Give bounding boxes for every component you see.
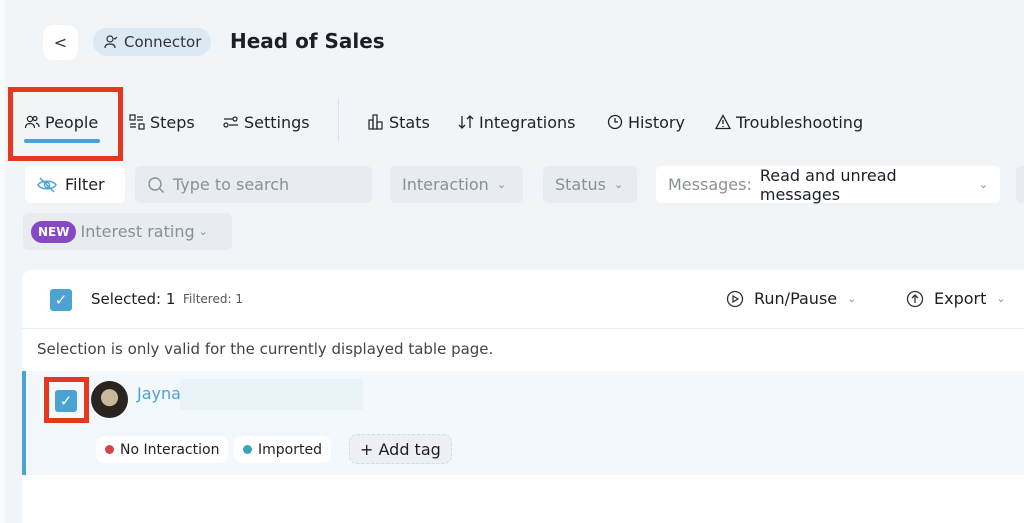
run-pause-button[interactable]: Run/Pause ⌄ [726,289,856,308]
interaction-dropdown[interactable]: Interaction ⌄ [390,166,523,203]
select-all-checkbox[interactable]: ✓ [50,289,72,311]
extra-filter[interactable] [1016,166,1024,203]
tab-label: People [45,112,99,132]
messages-label: Messages: [668,175,752,194]
tab-people[interactable]: People [24,108,98,136]
tab-divider [338,98,339,142]
dropdown-label: Interest rating [80,222,195,241]
settings-icon [223,116,238,128]
tab-label: Troubleshooting [736,112,864,132]
selected-count: Selected: 1 [91,290,176,308]
avatar [91,381,128,418]
tab-label: Stats [389,112,430,132]
interest-rating-dropdown[interactable]: NEW Interest rating ⌄ [23,213,232,250]
filter-button[interactable]: Filter [25,166,125,203]
connector-badge: Connector [93,28,212,56]
row-checkbox[interactable]: ✓ [55,390,77,412]
person-name-link[interactable]: Jayna [137,384,181,403]
header-divider [22,328,1024,329]
eye-off-icon [37,177,57,192]
name-redaction [180,379,363,410]
tab-troubleshooting[interactable]: Troubleshooting [715,108,863,136]
status-dropdown[interactable]: Status ⌄ [543,166,637,203]
teal-dot-icon [243,445,252,454]
dropdown-label: Interaction [402,175,489,194]
export-label: Export [934,289,987,308]
add-tag-button[interactable]: + Add tag [349,434,452,464]
selection-notice: Selection is only valid for the currentl… [37,340,494,358]
page-title: Head of Sales [230,29,385,53]
back-button[interactable]: < [43,25,78,60]
messages-dropdown[interactable]: Messages: Read and unread messages ⌄ [656,165,1000,204]
tab-settings[interactable]: Settings [223,108,310,136]
tab-label: Integrations [479,112,576,132]
people-icon [24,115,40,129]
search-icon [148,176,164,193]
tag-no-interaction: No Interaction [96,436,229,463]
left-edge [0,0,5,523]
tag-label: No Interaction [120,441,220,458]
active-tab-indicator [24,139,100,143]
messages-value: Read and unread messages [759,165,897,204]
export-button[interactable]: Export ⌄ [906,289,1006,308]
steps-icon [129,114,145,130]
play-circle-icon [726,290,744,307]
chevron-down-icon: ⌄ [496,178,507,191]
tab-integrations[interactable]: Integrations [458,108,576,136]
tab-label: History [628,112,685,132]
tag-imported: Imported [234,436,331,463]
upload-circle-icon [906,290,924,307]
tab-history[interactable]: History [607,108,685,136]
chevron-down-icon: ⌄ [978,178,988,191]
new-badge: NEW [31,220,77,243]
tab-label: Settings [244,112,310,132]
history-icon [607,114,623,130]
chevron-down-icon: ⌄ [847,292,857,305]
tag-label: Imported [258,441,322,458]
filter-label: Filter [65,175,105,194]
chevron-down-icon: ⌄ [198,225,208,238]
search-placeholder: Type to search [173,175,290,194]
stats-icon [368,114,383,130]
tab-stats[interactable]: Stats [368,108,430,136]
warning-icon [715,114,731,130]
dropdown-label: Status [555,175,606,194]
run-pause-label: Run/Pause [754,289,838,308]
badge-label: Connector [124,33,202,51]
search-input[interactable]: Type to search [135,166,372,203]
person-check-icon [104,35,118,49]
chevron-down-icon: ⌄ [613,178,624,191]
chevron-down-icon: ⌄ [996,292,1006,305]
chevron-left-icon: < [53,33,68,52]
tab-label: Steps [150,112,195,132]
integrations-icon [458,115,474,129]
filtered-count: Filtered: 1 [183,292,243,306]
tab-steps[interactable]: Steps [129,108,195,136]
red-dot-icon [105,445,114,454]
